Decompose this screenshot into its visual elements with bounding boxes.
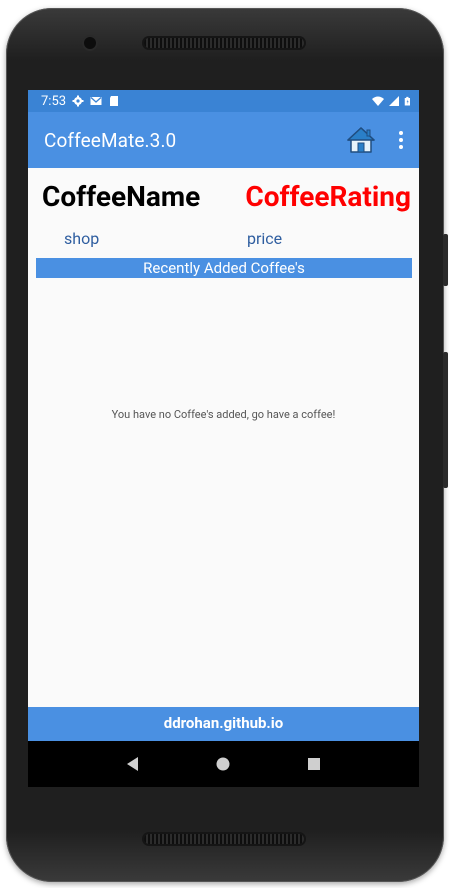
coffee-price: price: [247, 229, 283, 248]
empty-list-message: You have no Coffee's added, go have a co…: [111, 408, 336, 421]
recently-added-header: Recently Added Coffee's: [36, 258, 412, 278]
recents-icon: [307, 758, 320, 770]
status-time: 7:53: [41, 93, 67, 109]
app-bar: CoffeeMate.3.0: [28, 112, 419, 168]
home-icon: [347, 127, 375, 153]
favourite-coffee-card[interactable]: CoffeeName CoffeeRating shop price: [28, 168, 419, 258]
top-speaker: [144, 38, 304, 48]
home-circle-icon: [216, 757, 230, 771]
volume-button: [443, 234, 448, 286]
bottom-speaker: [144, 834, 304, 844]
coffee-name: CoffeeName: [42, 180, 201, 213]
wifi-icon: [372, 96, 384, 106]
coffee-rating: CoffeeRating: [245, 180, 411, 213]
navigation-bar: [28, 741, 419, 787]
overflow-menu-button[interactable]: [391, 122, 411, 158]
power-button: [443, 352, 448, 488]
recents-button[interactable]: [294, 744, 334, 784]
gmail-icon: [90, 97, 102, 105]
coffee-shop: shop: [64, 229, 100, 248]
back-button[interactable]: [113, 744, 153, 784]
home-button[interactable]: [343, 122, 379, 158]
app-screen: 7:53 CoffeeMate.3.0 CoffeeName CoffeeRat…: [28, 90, 419, 787]
back-icon: [127, 757, 139, 771]
gear-icon: [72, 95, 84, 107]
footer-link[interactable]: ddrohan.github.io: [28, 707, 419, 741]
signal-icon: [389, 96, 399, 106]
app-title: CoffeeMate.3.0: [44, 128, 177, 152]
sd-card-icon: [110, 96, 119, 106]
battery-icon: [404, 96, 410, 106]
overflow-menu-icon: [399, 131, 403, 135]
home-nav-button[interactable]: [203, 744, 243, 784]
front-camera: [84, 37, 96, 49]
status-bar: 7:53: [28, 90, 419, 112]
